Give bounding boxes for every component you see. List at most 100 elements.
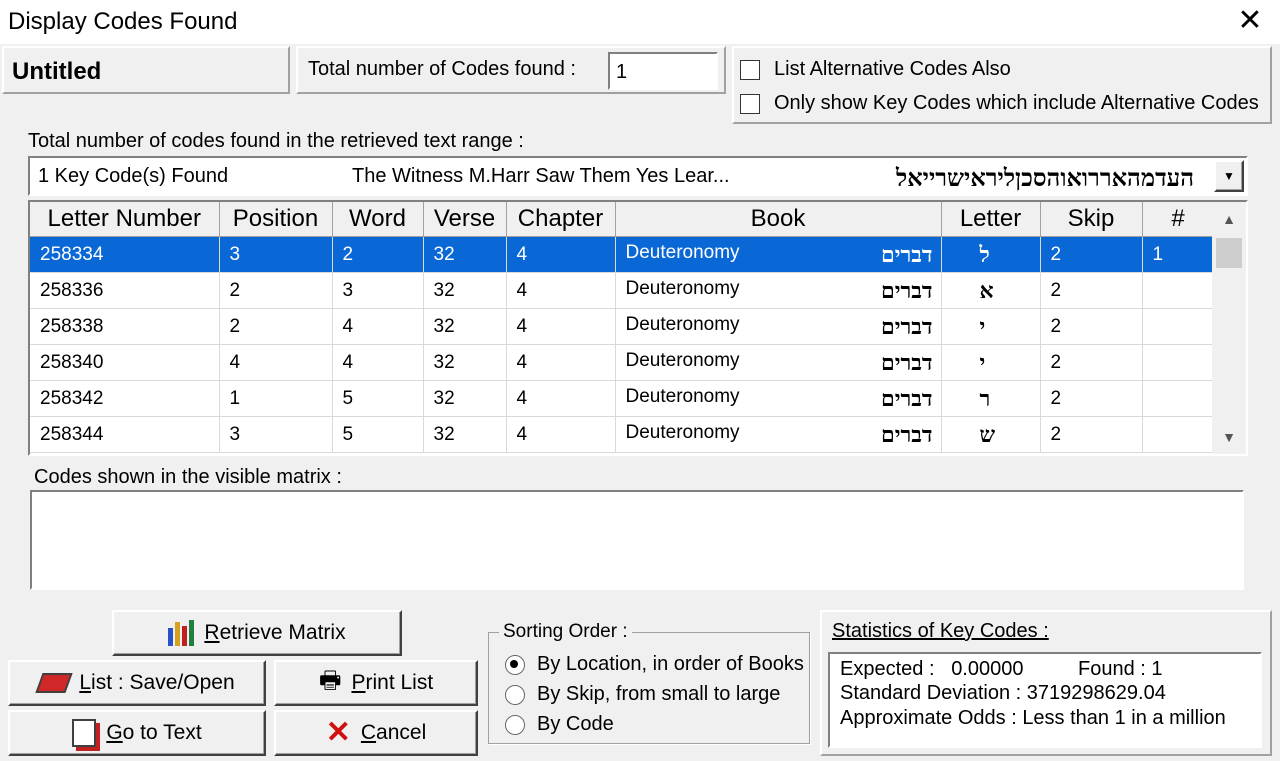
cell-position: 2 bbox=[219, 308, 333, 345]
grid-scrollbar[interactable]: ▲ ▼ bbox=[1212, 202, 1246, 454]
sort-option-skip[interactable]: By Skip, from small to large bbox=[505, 683, 780, 706]
statistics-box: Expected : 0.00000 Found : 1 Standard De… bbox=[828, 652, 1262, 748]
table-row[interactable]: 258336 2 3 32 4 Deuteronomy דברים א 2 bbox=[30, 272, 1215, 309]
cell-chapter: 4 bbox=[506, 308, 616, 345]
cell-verse: 32 bbox=[423, 308, 507, 345]
cell-book: Deuteronomy דברים bbox=[615, 272, 942, 309]
radio-by-code[interactable] bbox=[505, 714, 525, 735]
book-name: Deuteronomy bbox=[625, 313, 740, 335]
cell-number bbox=[1142, 308, 1215, 345]
cell-book: Deuteronomy דברים bbox=[615, 380, 942, 417]
codes-dropdown[interactable]: 1 Key Code(s) Found The Witness M.Harr S… bbox=[28, 156, 1248, 196]
sort-option-code-label: By Code bbox=[537, 713, 614, 735]
cell-letter: ש bbox=[941, 416, 1041, 453]
table-row[interactable]: 258340 4 4 32 4 Deuteronomy דברים י 2 bbox=[30, 344, 1215, 381]
stat-odds: Approximate Odds : Less than 1 in a mill… bbox=[840, 707, 1226, 729]
cell-verse: 32 bbox=[423, 344, 507, 381]
cell-letter-number: 258336 bbox=[30, 272, 220, 309]
cell-book: Deuteronomy דברים bbox=[615, 416, 942, 453]
column-header-number[interactable]: # bbox=[1142, 202, 1215, 237]
stat-found: Found : 1 bbox=[1078, 658, 1163, 680]
results-grid: Letter Number Position Word Verse Chapte… bbox=[28, 200, 1248, 456]
cell-chapter: 4 bbox=[506, 344, 616, 381]
dropdown-hebrew: העדמהאררואוהסכןליראישרייאל bbox=[896, 163, 1194, 192]
book-hebrew: דברים bbox=[881, 421, 933, 448]
table-row[interactable]: 258344 3 5 32 4 Deuteronomy דברים ש 2 bbox=[30, 416, 1215, 453]
print-list-label: Print List bbox=[351, 671, 434, 694]
book-name: Deuteronomy bbox=[625, 385, 740, 407]
document-icon bbox=[72, 719, 97, 747]
table-row[interactable]: 258342 1 5 32 4 Deuteronomy דברים ר 2 bbox=[30, 380, 1215, 417]
cell-position: 3 bbox=[219, 416, 333, 453]
list-save-open-button[interactable]: List : Save/Open bbox=[8, 660, 266, 706]
sort-option-location-label: By Location, in order of Books bbox=[537, 653, 804, 675]
go-to-text-button[interactable]: Go to Text bbox=[8, 710, 266, 756]
eraser-icon bbox=[35, 673, 73, 693]
radio-by-location[interactable] bbox=[505, 654, 525, 675]
cell-book: Deuteronomy דברים bbox=[615, 236, 942, 273]
print-list-button[interactable]: 🖶 Print List bbox=[274, 660, 478, 706]
sort-option-location[interactable]: By Location, in order of Books bbox=[505, 653, 804, 676]
cell-word: 4 bbox=[332, 308, 424, 345]
cancel-button[interactable]: ✕ Cancel bbox=[274, 710, 478, 756]
go-to-text-label: Go to Text bbox=[106, 721, 202, 744]
scroll-down-icon[interactable]: ▼ bbox=[1212, 420, 1246, 454]
window-title: Display Codes Found bbox=[8, 8, 238, 35]
total-codes-label: Total number of Codes found : bbox=[308, 58, 576, 80]
cell-word: 5 bbox=[332, 416, 424, 453]
statistics-panel: Statistics of Key Codes : Expected : 0.0… bbox=[820, 610, 1272, 756]
dropdown-arrow-icon[interactable]: ▼ bbox=[1214, 160, 1244, 192]
results-table: Letter Number Position Word Verse Chapte… bbox=[30, 202, 1215, 453]
book-name: Deuteronomy bbox=[625, 277, 740, 299]
document-name-panel: Untitled bbox=[2, 46, 290, 94]
cell-skip: 2 bbox=[1040, 308, 1143, 345]
column-header-skip[interactable]: Skip bbox=[1040, 202, 1143, 237]
cell-position: 1 bbox=[219, 380, 333, 417]
total-codes-field[interactable]: 1 bbox=[608, 52, 718, 90]
cell-letter-number: 258334 bbox=[30, 236, 220, 273]
matrix-label: Codes shown in the visible matrix : bbox=[34, 466, 342, 488]
books-icon bbox=[168, 620, 195, 646]
retrieve-matrix-button[interactable]: Retrieve Matrix bbox=[112, 610, 402, 656]
column-header-letter-number[interactable]: Letter Number bbox=[30, 202, 220, 237]
cell-letter-number: 258342 bbox=[30, 380, 220, 417]
cell-verse: 32 bbox=[423, 236, 507, 273]
book-hebrew: דברים bbox=[881, 349, 933, 376]
table-row[interactable]: 258334 3 2 32 4 Deuteronomy דברים ל 2 1 bbox=[30, 236, 1215, 273]
cell-book: Deuteronomy דברים bbox=[615, 344, 942, 381]
printer-icon: 🖶 bbox=[318, 666, 342, 694]
cell-letter: י bbox=[941, 344, 1041, 381]
column-header-position[interactable]: Position bbox=[219, 202, 333, 237]
cell-letter: א bbox=[941, 272, 1041, 309]
cell-skip: 2 bbox=[1040, 272, 1143, 309]
scroll-up-icon[interactable]: ▲ bbox=[1212, 202, 1246, 236]
column-header-letter[interactable]: Letter bbox=[941, 202, 1041, 237]
scrollbar-thumb[interactable] bbox=[1216, 238, 1242, 268]
table-row[interactable]: 258338 2 4 32 4 Deuteronomy דברים י 2 bbox=[30, 308, 1215, 345]
cell-word: 3 bbox=[332, 272, 424, 309]
matrix-codes-list[interactable] bbox=[30, 490, 1244, 590]
cell-letter: ר bbox=[941, 380, 1041, 417]
cell-letter-number: 258338 bbox=[30, 308, 220, 345]
radio-by-skip[interactable] bbox=[505, 684, 525, 705]
cell-letter: י bbox=[941, 308, 1041, 345]
sorting-order-legend: Sorting Order : bbox=[499, 621, 632, 643]
book-hebrew: דברים bbox=[881, 385, 933, 412]
column-header-book[interactable]: Book bbox=[615, 202, 942, 237]
list-save-open-label: List : Save/Open bbox=[79, 671, 235, 694]
list-alternative-codes-checkbox[interactable] bbox=[740, 60, 760, 80]
close-icon[interactable]: ✕ bbox=[1232, 4, 1268, 40]
book-hebrew: דברים bbox=[881, 313, 933, 340]
sort-option-code[interactable]: By Code bbox=[505, 713, 614, 736]
cell-chapter: 4 bbox=[506, 380, 616, 417]
cell-skip: 2 bbox=[1040, 416, 1143, 453]
cell-number bbox=[1142, 344, 1215, 381]
column-header-chapter[interactable]: Chapter bbox=[506, 202, 616, 237]
sort-option-skip-label: By Skip, from small to large bbox=[537, 683, 781, 705]
dropdown-count: 1 Key Code(s) Found bbox=[38, 165, 229, 187]
column-header-word[interactable]: Word bbox=[332, 202, 424, 237]
only-key-codes-checkbox[interactable] bbox=[740, 94, 760, 114]
cell-word: 4 bbox=[332, 344, 424, 381]
column-header-verse[interactable]: Verse bbox=[423, 202, 507, 237]
dropdown-code-text: The Witness M.Harr Saw Them Yes Lear... bbox=[352, 165, 730, 187]
